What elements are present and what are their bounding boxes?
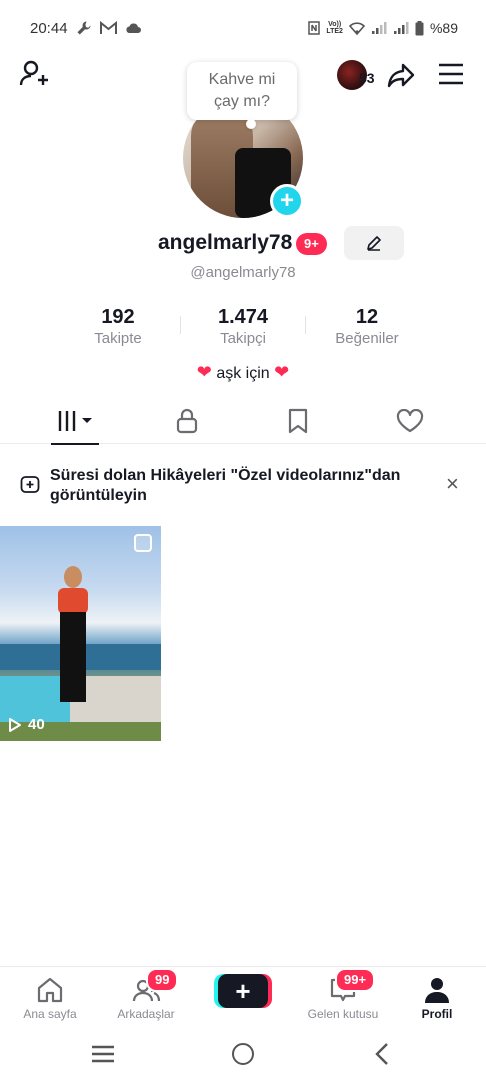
nav-home[interactable]: Ana sayfa [0, 967, 100, 1027]
play-icon [9, 717, 21, 732]
back-icon[interactable] [372, 1042, 392, 1066]
nav-profile[interactable]: Profil [387, 967, 486, 1027]
add-story-icon [20, 476, 40, 493]
stat-divider [305, 316, 306, 334]
thought-bubble[interactable]: Kahve mi çay mı? [187, 62, 297, 120]
pencil-icon [367, 236, 381, 251]
video-views: 40 [8, 716, 45, 733]
username-row: angelmarly78 9+ [0, 224, 486, 264]
stat-following[interactable]: 192 Takipte [58, 306, 178, 347]
stat-value: 1.474 [217, 306, 269, 328]
stat-likes[interactable]: 12 Beğeniler [307, 306, 427, 347]
edit-profile-button[interactable] [344, 226, 404, 260]
recent-apps-icon[interactable] [91, 1045, 115, 1063]
profile-icon [425, 978, 449, 1003]
add-story-button[interactable]: + [270, 184, 304, 218]
thumb-person-head [64, 566, 82, 588]
status-right: Vo)) LTE2 %89 [308, 20, 458, 36]
menu-icon[interactable] [438, 62, 464, 86]
heart-outline-icon [396, 409, 423, 433]
content-tabs [0, 398, 486, 445]
bubble-tail [246, 119, 256, 129]
tab-private[interactable] [126, 398, 247, 444]
tab-videos[interactable] [15, 398, 136, 445]
notice-text: Süresi dolan Hikâyeleri "Özel videoların… [50, 467, 401, 504]
friends-badge: 99 [146, 968, 179, 992]
nfc-icon [308, 21, 321, 35]
home-icon [37, 977, 63, 1003]
expired-stories-notice[interactable]: Süresi dolan Hikâyeleri "Özel videoların… [0, 464, 486, 508]
bubble-line-1: Kahve mi [208, 71, 276, 88]
stat-divider [180, 316, 181, 334]
cloud-icon [125, 23, 141, 33]
home-button-icon[interactable] [232, 1043, 254, 1065]
view-count: 40 [28, 716, 45, 733]
battery-icon [415, 20, 424, 35]
thumb-person-top [58, 588, 88, 614]
heart-icon: ❤ [196, 362, 212, 382]
username: angelmarly78 [158, 231, 293, 254]
heart-icon: ❤ [274, 362, 290, 382]
volte-bottom: LTE2 [326, 28, 343, 35]
video-thumbnail[interactable]: 40 [0, 526, 161, 741]
nav-friends[interactable]: Arkadaşlar 99 [96, 967, 196, 1027]
tab-liked[interactable] [349, 398, 470, 444]
wrench-icon [77, 21, 91, 35]
inbox-badge: 99+ [335, 968, 376, 992]
bubble-line-2: çay mı? [213, 93, 270, 110]
bio: ❤ aşk için ❤ [0, 362, 486, 383]
stat-value: 192 [101, 306, 135, 328]
stat-followers[interactable]: 1.474 Takipçi [183, 306, 303, 347]
volte-indicator: Vo)) LTE2 [326, 21, 343, 35]
user-handle: @angelmarly78 [190, 264, 296, 281]
battery-percent: %89 [429, 20, 458, 36]
nav-label: Ana sayfa [23, 1007, 77, 1021]
header-notification-count: 53 [359, 70, 375, 86]
videos-grid-icon [58, 411, 92, 431]
create-button[interactable]: + [218, 974, 268, 1008]
stat-label: Takipte [94, 330, 142, 347]
share-icon[interactable] [386, 60, 416, 90]
stats-row: 192 Takipte 1.474 Takipçi 12 Beğeniler [0, 306, 486, 350]
gmail-icon [99, 21, 117, 34]
signal-2-icon [393, 21, 409, 34]
status-time: 20:44 [30, 19, 68, 37]
add-friend-icon[interactable] [18, 58, 50, 90]
tab-saved[interactable] [237, 398, 358, 444]
status-bar: 20:44 Vo)) LTE2 %89 [0, 0, 486, 56]
android-nav [0, 1028, 486, 1080]
signal-1-icon [371, 21, 387, 34]
username-badge[interactable]: 9+ [296, 233, 327, 255]
stat-value: 12 [355, 306, 379, 328]
bio-text: aşk için [216, 365, 270, 382]
wifi-icon [348, 21, 365, 35]
nav-label: Gelen kutusu [307, 1007, 379, 1021]
stat-label: Takipçi [220, 330, 266, 347]
volte-top: Vo)) [328, 21, 342, 28]
nav-label: Arkadaşlar [117, 1007, 175, 1021]
status-left: 20:44 [30, 20, 142, 37]
select-checkbox[interactable] [134, 534, 152, 552]
bookmark-icon [288, 408, 307, 434]
nav-label: Profil [421, 1007, 453, 1021]
thumb-person-skirt [60, 612, 86, 702]
stat-label: Beğeniler [335, 330, 399, 347]
active-tab-indicator [51, 443, 99, 445]
close-icon[interactable]: × [446, 472, 459, 496]
lock-icon [176, 408, 197, 434]
nav-inbox[interactable]: Gelen kutusu 99+ [293, 967, 393, 1027]
